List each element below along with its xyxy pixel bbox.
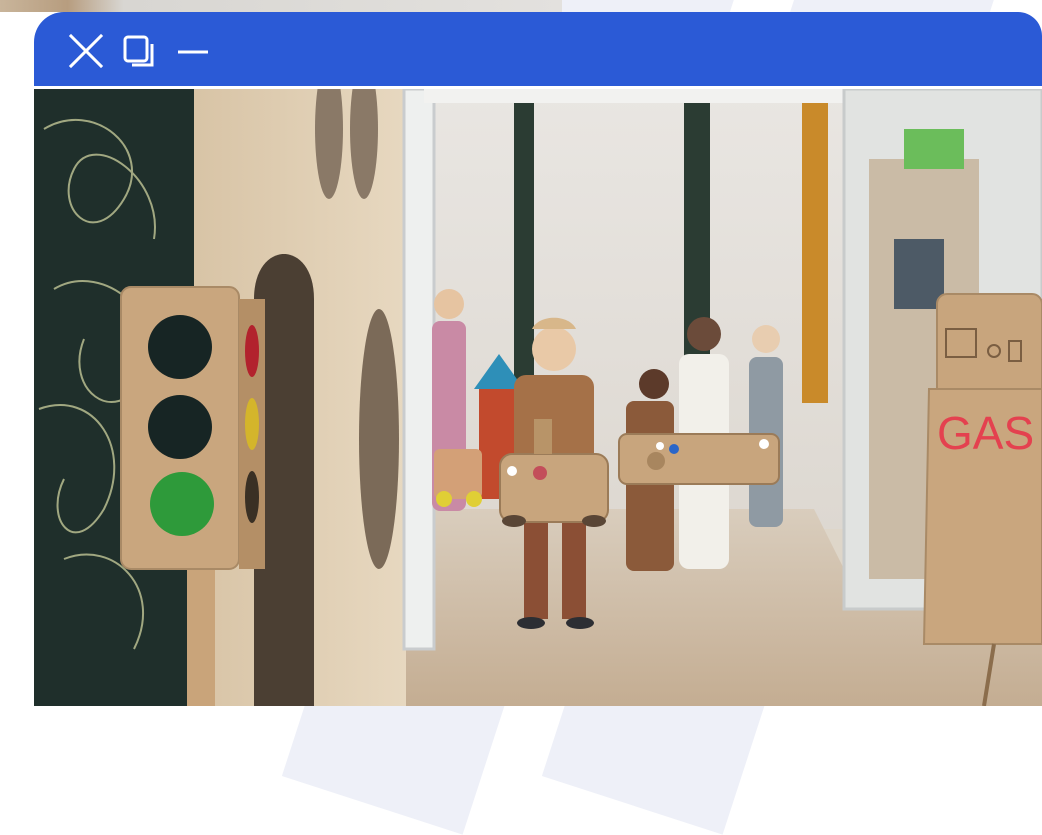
close-icon — [68, 33, 104, 69]
playroom-photo: GAS — [34, 89, 1042, 706]
cardboard-car-back — [434, 449, 482, 507]
restore-button[interactable] — [122, 33, 158, 69]
cardboard-gas-pump — [922, 293, 1042, 706]
image-viewer-window: GAS — [34, 12, 1042, 706]
title-bar — [34, 12, 1042, 86]
wall-round-window — [359, 309, 399, 569]
curtain — [802, 103, 828, 403]
photo-viewport: GAS — [34, 89, 1042, 706]
poster — [894, 239, 944, 309]
restore-icon — [123, 35, 154, 67]
cardboard-car-middle — [618, 433, 780, 485]
gas-sign-text: GAS — [937, 407, 1034, 459]
green-box — [904, 129, 964, 169]
minimize-icon — [178, 50, 208, 54]
door-frame — [424, 89, 844, 103]
background-photo-sliver — [0, 0, 562, 12]
close-button[interactable] — [68, 33, 104, 69]
minimize-button[interactable] — [174, 33, 210, 69]
glass-door — [402, 89, 436, 651]
